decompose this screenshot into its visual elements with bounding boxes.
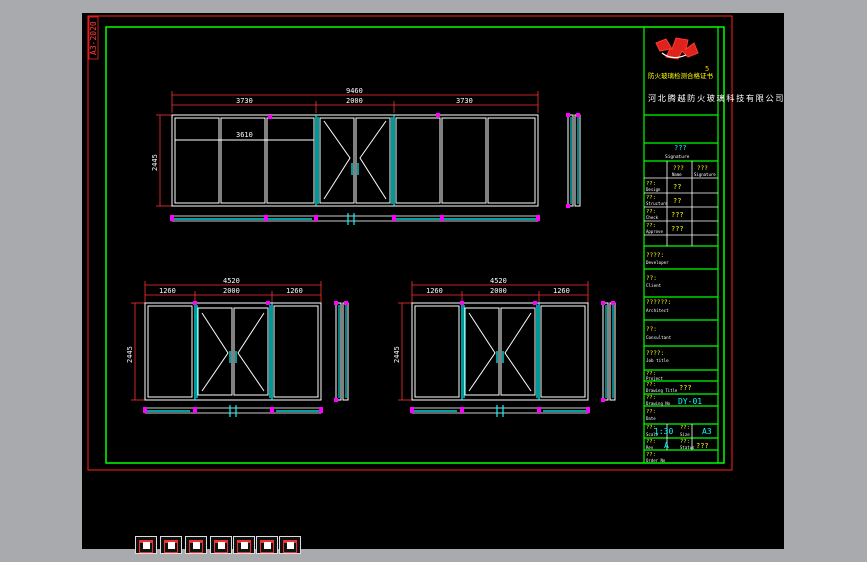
row-value: ??	[673, 197, 681, 205]
row-value: ??	[673, 183, 681, 191]
drawing-no-value: DY-01	[678, 397, 702, 406]
drawing-no-sub: Drawing No	[646, 401, 671, 406]
status-value: ???	[696, 442, 709, 450]
project-sub: Project	[646, 376, 663, 381]
cad-drawing-canvas[interactable]: A3-2020 5 防火玻璃检测合格证书 河北腾越防火玻璃科技有限公司 ??? …	[82, 13, 784, 554]
developer-sub: Developer	[646, 260, 669, 265]
row-sub: Check	[646, 215, 659, 220]
consultant-label: ??:	[646, 326, 657, 333]
row-value: ???	[671, 211, 684, 219]
dim-height: 2445	[151, 154, 159, 171]
sheet-tab-icon[interactable]	[256, 536, 278, 554]
rev-value: A	[664, 441, 669, 450]
logo-caption: 防火玻璃检测合格证书	[648, 71, 714, 80]
dim-height: 2445	[126, 346, 134, 363]
outer-border	[87, 15, 733, 471]
rev-sub: Rev	[646, 445, 654, 450]
row-sub: Design	[646, 187, 661, 192]
client-sub: Client	[646, 283, 662, 288]
signature-sub: Signature	[665, 154, 690, 160]
bottom-left-elevation: 4520 1260 2000 1260 2445	[126, 277, 349, 417]
company-name: 河北腾越防火玻璃科技有限公司	[648, 93, 784, 103]
row-value: ???	[671, 225, 684, 233]
drawing-title-value: ???	[679, 384, 692, 392]
dim-overall: 4520	[223, 277, 240, 285]
architect-label: ??????:	[646, 299, 671, 306]
scale-value: 1:30	[654, 427, 673, 436]
sheet-tab-icon[interactable]	[135, 536, 157, 554]
sheet-tab-icon[interactable]	[185, 536, 207, 554]
sheet-tab-icon[interactable]	[233, 536, 255, 554]
size-label: ??:	[680, 425, 690, 431]
date-label: ??:	[646, 409, 656, 415]
sheet-tab-icon[interactable]	[210, 536, 232, 554]
inner-frame	[105, 26, 725, 464]
dim-center: 2000	[346, 97, 363, 105]
bottom-right-elevation: 4520 1260 2000 1260 2445	[393, 277, 616, 417]
dim-right: 1260	[553, 287, 570, 295]
size-value: A3	[702, 427, 712, 436]
name-col-sub: Name	[672, 172, 682, 177]
dim-inner: 3610	[236, 131, 253, 139]
dim-left: 3730	[236, 97, 253, 105]
date-sub: Date	[646, 416, 656, 421]
size-sub: Size	[680, 432, 690, 437]
dim-right: 3730	[456, 97, 473, 105]
signature-label: ???	[674, 144, 687, 152]
drawing-svg: A3-2020 5 防火玻璃检测合格证书 河北腾越防火玻璃科技有限公司 ??? …	[87, 15, 784, 471]
name-col: ???	[673, 165, 684, 172]
sig-col: ???	[697, 165, 708, 172]
order-sub: Order No	[646, 458, 666, 463]
architect-sub: Architect	[646, 308, 669, 313]
dim-overall: 4520	[490, 277, 507, 285]
dim-left: 1260	[426, 287, 443, 295]
consultant-sub: Consultant	[646, 335, 672, 340]
drawing-title-sub: Drawing Title	[646, 388, 678, 393]
dim-center: 2000	[490, 287, 507, 295]
client-label: ??:	[646, 275, 657, 282]
status-sub: Status	[680, 445, 695, 450]
vertical-sheet-label: A3-2020	[89, 21, 98, 55]
sheet-tab-icon[interactable]	[279, 536, 301, 554]
dim-left: 1260	[159, 287, 176, 295]
dim-overall: 9460	[346, 87, 363, 95]
signature-rows: ??: Design ?? ??: Structure ?? ??: Check…	[646, 181, 684, 234]
sheet-tab-icon[interactable]	[160, 536, 182, 554]
dim-right: 1260	[286, 287, 303, 295]
sig-col-sub: Signature	[694, 172, 716, 177]
job-title-label: ????:	[646, 350, 664, 357]
job-title-sub: Job title	[646, 358, 669, 363]
company-logo: 5	[655, 37, 709, 73]
developer-label: ????:	[646, 252, 664, 259]
dim-center: 2000	[223, 287, 240, 295]
dim-height: 2445	[393, 346, 401, 363]
row-sub: Structure	[646, 201, 668, 206]
row-sub: Approve	[646, 229, 663, 234]
top-elevation: 9460 3730 2000 3730 2445 3610	[151, 87, 581, 225]
